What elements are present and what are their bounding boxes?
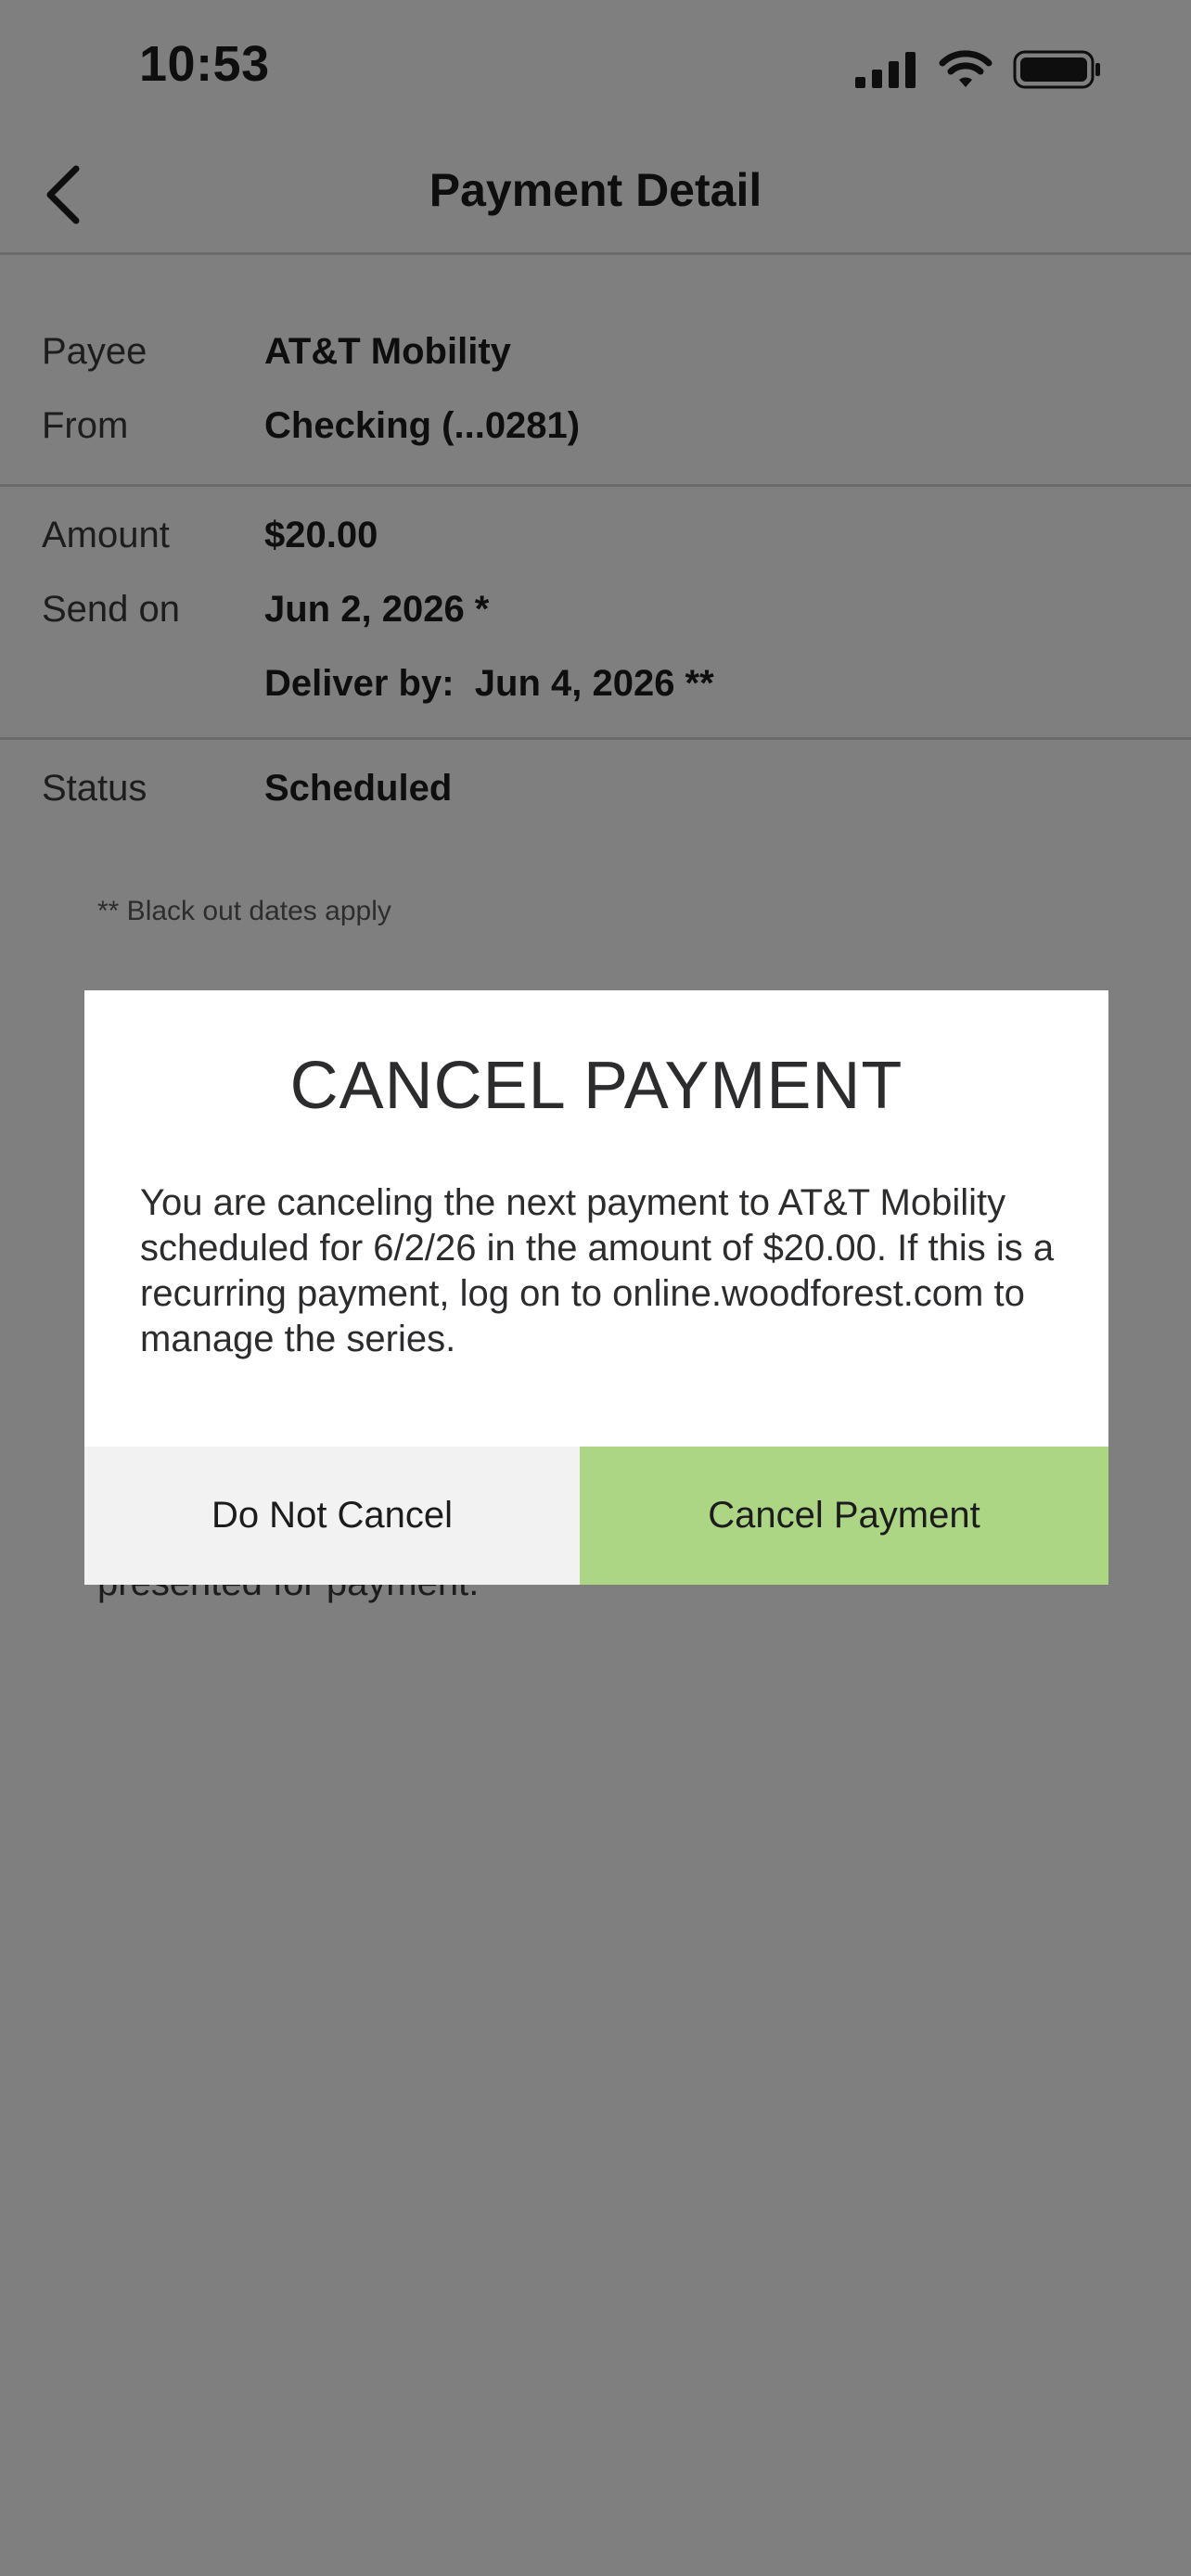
cancel-payment-button[interactable]: Cancel Payment — [580, 1447, 1108, 1585]
do-not-cancel-button[interactable]: Do Not Cancel — [84, 1447, 580, 1585]
cancel-payment-dialog: CANCEL PAYMENT You are canceling the nex… — [84, 990, 1108, 1585]
dialog-title: CANCEL PAYMENT — [289, 1049, 903, 1123]
dialog-message: You are canceling the next payment to AT… — [140, 1182, 1055, 1359]
dialog-buttons: Do Not Cancel Cancel Payment — [84, 1447, 1108, 1585]
